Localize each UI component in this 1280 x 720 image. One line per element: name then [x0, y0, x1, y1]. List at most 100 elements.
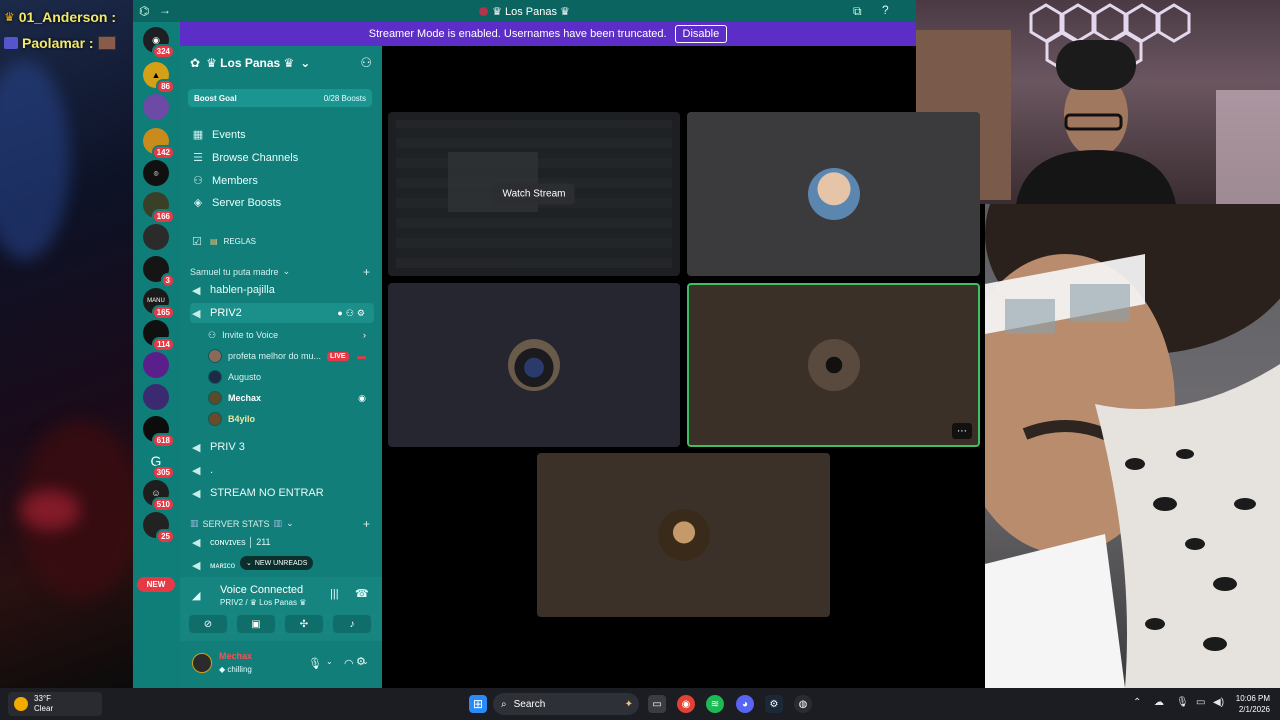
participant-tile[interactable] — [388, 283, 680, 447]
taskbar-clock[interactable]: 10:06 PM 2/1/2026 — [1228, 693, 1270, 715]
display-tray-icon[interactable]: ▭ — [1196, 697, 1205, 708]
channel-actions-icons[interactable]: ●⚇⚙ — [337, 308, 368, 319]
user-avatar[interactable] — [192, 653, 212, 673]
server-icon[interactable]: 618 — [143, 416, 175, 448]
obs-icon[interactable]: ◍ — [794, 695, 812, 713]
settings-gear-icon[interactable]: ⚙ — [356, 655, 366, 668]
server-title: ♛ Los Panas ♛ — [479, 5, 570, 18]
stream-tile[interactable]: Watch Stream — [388, 112, 680, 276]
server-icon[interactable]: ▲ 86 — [143, 62, 175, 94]
spotify-icon[interactable]: ≋ — [706, 695, 724, 713]
participant-tile-speaking[interactable]: ⋯ — [687, 283, 980, 447]
disconnect-icon[interactable]: ☎ — [355, 587, 369, 600]
server-icon[interactable]: 3 — [143, 256, 175, 288]
help-icon[interactable]: ? — [882, 3, 889, 17]
camera-off-button[interactable]: ⊘ — [189, 615, 227, 633]
chrome-icon[interactable]: ◉ — [677, 695, 695, 713]
server-header[interactable]: ✿ ♛ Los Panas ♛ ⌄ ⚇ — [180, 46, 382, 80]
channel-priv2[interactable]: ◀ PRIV2 ●⚇⚙ — [190, 303, 374, 323]
disable-streamer-mode-button[interactable]: Disable — [674, 25, 728, 43]
channel-stat-convives[interactable]: ◀ ᴄᴏɴᴠɪᴠᴇs │ 211 — [190, 532, 374, 552]
overlay-chat-line: ♛ 01_Anderson : — [4, 9, 116, 25]
volume-icon[interactable]: ◀) — [1213, 697, 1224, 708]
channel-stream-no-entrar[interactable]: ◀ STREAM NO ENTRAR — [190, 483, 374, 503]
channel-name: . — [210, 464, 214, 476]
chevron-up-icon[interactable]: ⌃ — [1133, 697, 1141, 708]
steam-icon[interactable]: ⚙ — [765, 695, 783, 713]
nav-label: Members — [212, 174, 258, 187]
create-channel-icon[interactable]: + — [363, 265, 370, 279]
participant-avatar — [807, 339, 860, 391]
server-icon[interactable]: 142 — [143, 128, 175, 160]
nav-browse-channels[interactable]: ☰ Browse Channels — [192, 151, 298, 165]
voice-member[interactable]: profeta melhor do mu... LIVE ▬ — [208, 347, 374, 365]
channel-reglas[interactable]: ☑ ▤ REGLAS — [190, 231, 374, 251]
participant-tile[interactable] — [687, 112, 980, 276]
server-icon[interactable]: 166 — [143, 192, 175, 224]
weather-widget[interactable]: 33°F Clear — [8, 692, 102, 716]
more-options-button[interactable]: ⋯ — [952, 423, 972, 439]
voice-location[interactable]: PRIV2 / ♛ Los Panas ♛ — [220, 598, 306, 607]
signal-icon[interactable]: ◢ — [192, 589, 200, 602]
watch-stream-button[interactable]: Watch Stream — [493, 183, 575, 205]
rules-icon: ☑ — [192, 235, 202, 248]
onedrive-icon[interactable]: ☁ — [1154, 697, 1164, 708]
server-icon[interactable]: ☺ 510 — [143, 480, 175, 512]
windows-start-icon[interactable]: ⊞ — [469, 695, 487, 713]
server-icon[interactable] — [143, 224, 169, 250]
boost-goal-bar[interactable]: Boost Goal 0/28 Boosts — [188, 89, 372, 107]
participant-tile[interactable] — [537, 453, 830, 617]
soundboard-button[interactable]: ♪ — [333, 615, 371, 633]
nav-members[interactable]: ⚇ Members — [192, 174, 258, 188]
share-screen-button[interactable]: ▣ — [237, 615, 275, 633]
category-server-stats[interactable]: ▥ SERVER STATS ▥ ⌄ + — [190, 517, 370, 531]
taskbar-search[interactable]: ⌕ Search ✦ — [493, 693, 639, 715]
member-name: B4yilo — [228, 414, 256, 424]
direct-messages-icon[interactable]: ◉ 324 — [143, 27, 175, 59]
nav-server-boosts[interactable]: ◈ Server Boosts — [192, 196, 281, 210]
voice-member[interactable]: Augusto — [208, 368, 374, 386]
server-icon[interactable]: ◎ — [143, 160, 169, 186]
channel-dot[interactable]: ◀ . — [190, 460, 374, 480]
voice-connected-panel: ◢ Voice Connected PRIV2 / ♛ Los Panas ♛ … — [180, 577, 382, 641]
activities-button[interactable]: ✣ — [285, 615, 323, 633]
discord-logo-icon: ⌬ — [139, 4, 150, 18]
server-icon[interactable] — [143, 384, 169, 410]
create-channel-icon[interactable]: + — [363, 517, 370, 531]
noise-suppression-icon[interactable]: ||| — [330, 588, 339, 600]
new-unreads-pill[interactable]: ⌄ NEW UNREADS — [240, 556, 314, 570]
category-samuel[interactable]: Samuel tu puta madre ⌄ + — [190, 265, 370, 279]
voice-member[interactable]: Mechax ◉ — [208, 389, 374, 407]
server-avatar-icon — [479, 7, 489, 17]
microphone-icon[interactable]: 🎙︎ — [308, 657, 322, 670]
scroll-emoji-icon: ▤ — [210, 236, 218, 246]
member-name: Augusto — [228, 372, 262, 382]
nav-events[interactable]: ▦ Events — [192, 128, 246, 142]
microphone-tray-icon[interactable]: 🎙︎ — [1176, 697, 1189, 708]
server-icon[interactable]: G 305 — [143, 448, 175, 480]
headphones-icon[interactable]: ◠ — [344, 657, 354, 670]
server-icon[interactable]: MANU 165 — [143, 288, 175, 320]
inbox-icon[interactable]: ⧉ — [853, 4, 862, 19]
avatar — [208, 391, 222, 405]
voice-member[interactable]: B4yilo — [208, 410, 374, 428]
overlay-chat-user: 01_Anderson : — [18, 9, 117, 25]
invite-people-icon[interactable]: ⚇ — [360, 55, 372, 71]
activities-icon: ✣ — [299, 618, 309, 630]
server-icon[interactable] — [143, 352, 169, 378]
new-servers-pill[interactable]: NEW — [137, 577, 175, 592]
invite-to-voice[interactable]: ⚇ Invite to Voice › — [208, 326, 374, 344]
overlay-chat-user: Paolamar : — [22, 35, 94, 51]
server-icon[interactable]: 114 — [143, 320, 175, 352]
channel-hablen-pajilla[interactable]: ◀ hablen-pajilla — [190, 280, 374, 300]
chevron-down-icon[interactable]: ⌄ — [326, 657, 333, 666]
unread-badge: 86 — [156, 79, 175, 94]
server-icon-active[interactable] — [143, 94, 169, 120]
channel-priv3[interactable]: ◀ PRIV 3 — [190, 437, 374, 457]
user-name[interactable]: Mechax — [219, 651, 252, 661]
screen-share-icon: ▣ — [251, 618, 261, 630]
discord-icon[interactable]: ◕ — [736, 695, 754, 713]
task-view-icon[interactable]: ▭ — [648, 695, 666, 713]
back-arrow-icon[interactable]: → — [159, 3, 171, 17]
server-icon[interactable]: 25 — [143, 512, 175, 544]
